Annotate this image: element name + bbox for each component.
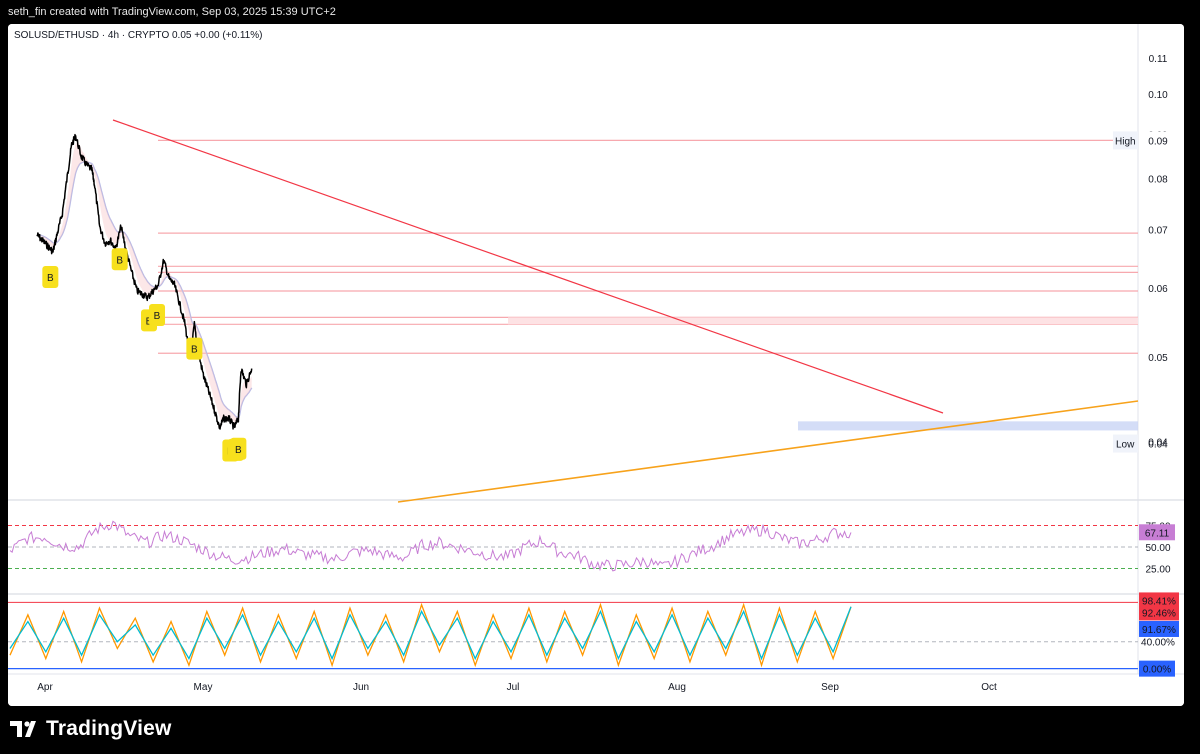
tradingview-brand: TradingView xyxy=(10,716,172,742)
rsi-tick-label: 25.00 xyxy=(1145,565,1170,576)
time-tick-label: Jul xyxy=(507,682,520,693)
high-label: High xyxy=(1115,136,1136,147)
price-tick-label: 0.07 xyxy=(1148,225,1168,236)
buy-signal-label: B xyxy=(235,445,242,456)
time-tick-label: May xyxy=(194,682,213,693)
credit-text: seth_fin created with TradingView.com, S… xyxy=(8,6,336,18)
high-value: 0.09 xyxy=(1148,136,1168,147)
symbol-info: SOLUSD/ETHUSD · 4h · CRYPTO 0.05 +0.00 (… xyxy=(14,30,263,41)
tradingview-logo-icon xyxy=(10,721,36,737)
time-tick-label: Apr xyxy=(37,682,53,693)
stoch-zero-label: 0.00% xyxy=(1143,665,1171,676)
price-tick-label: 0.10 xyxy=(1148,90,1168,101)
time-tick-label: Sep xyxy=(821,682,839,693)
price-chart[interactable]: 0.110.100.090.080.070.060.050.04High0.09… xyxy=(8,24,1184,706)
buy-signal-label: B xyxy=(191,345,198,356)
credit-bar: seth_fin created with TradingView.com, S… xyxy=(0,0,1200,24)
stoch-value-label: 91.67% xyxy=(1142,625,1176,636)
buy-signal-label: B xyxy=(116,255,123,266)
price-tick-label: 0.11 xyxy=(1149,54,1168,65)
buy-signal-label: B xyxy=(47,273,54,284)
rsi-tick-label: 50.00 xyxy=(1145,543,1170,554)
buy-signal-label: B xyxy=(154,311,161,322)
time-tick-label: Aug xyxy=(668,682,686,693)
chart-background xyxy=(8,24,1184,706)
support-zone xyxy=(798,421,1138,431)
low-label: Low xyxy=(1116,440,1135,451)
price-tick-label: 0.08 xyxy=(1148,175,1168,186)
resistance-zone xyxy=(508,317,1138,325)
stoch-value-label: 92.46% xyxy=(1142,608,1176,619)
price-tick-label: 0.05 xyxy=(1148,353,1168,364)
time-tick-label: Oct xyxy=(981,682,997,693)
time-tick-label: Jun xyxy=(353,682,369,693)
price-tick-label: 0.06 xyxy=(1148,284,1168,295)
brand-name: TradingView xyxy=(46,717,172,740)
chart-panel[interactable]: 0.110.100.090.080.070.060.050.04High0.09… xyxy=(8,24,1184,706)
stoch-tick-label: 40.00% xyxy=(1141,638,1175,649)
low-value: 0.04 xyxy=(1148,440,1168,451)
rsi-value-label: 67.11 xyxy=(1145,528,1170,539)
